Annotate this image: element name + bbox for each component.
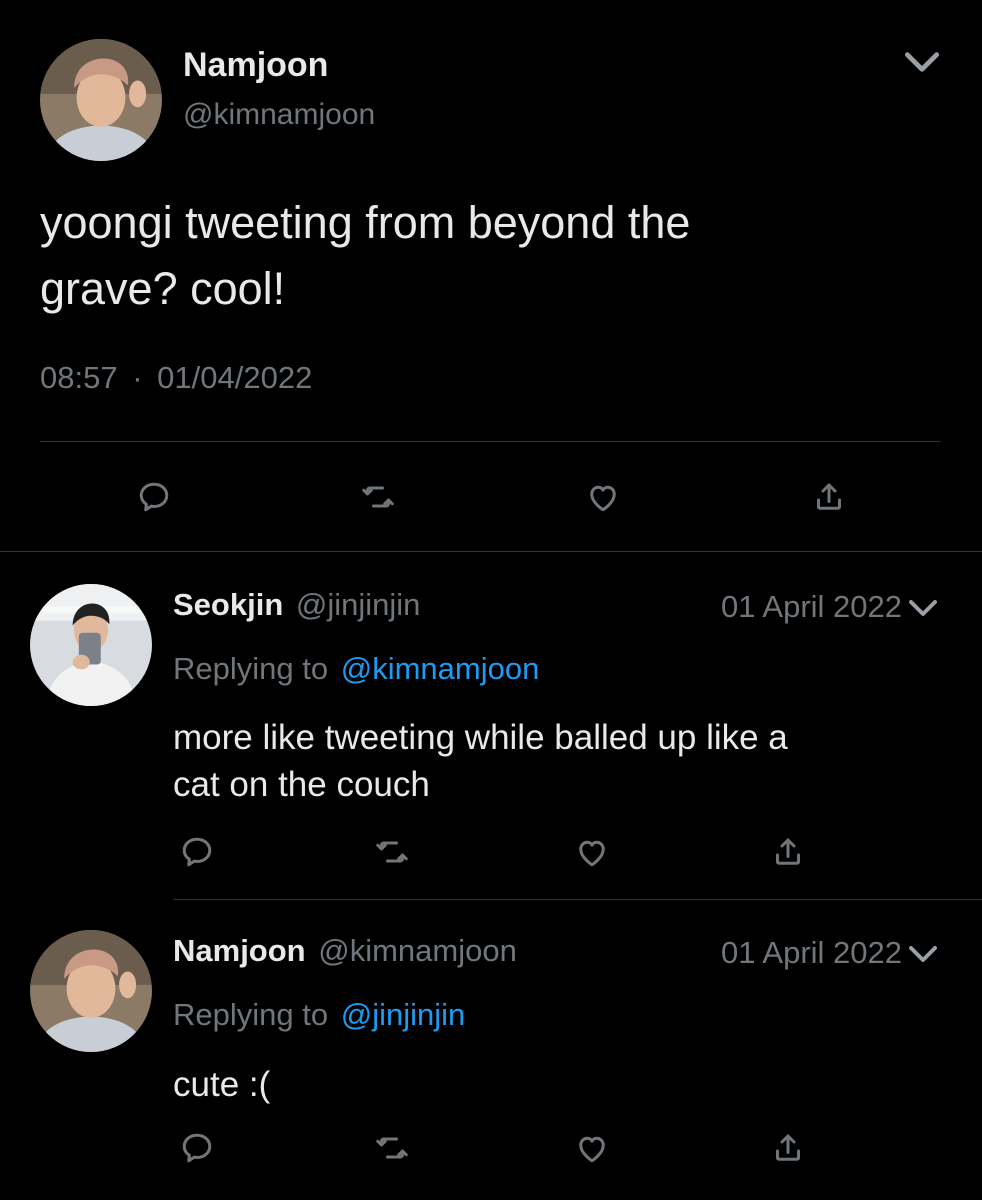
share-icon[interactable]: [766, 830, 810, 874]
reply-icon[interactable]: [175, 1126, 219, 1170]
avatar[interactable]: [40, 39, 162, 161]
like-icon[interactable]: [570, 1126, 614, 1170]
author-name[interactable]: Seokjin: [173, 587, 283, 622]
reply-text: more like tweeting while balled up like …: [173, 714, 788, 808]
avatar-photo: [40, 39, 162, 161]
like-icon[interactable]: [581, 475, 625, 519]
reply-header: Seokjin @jinjinjin: [173, 587, 420, 623]
share-icon[interactable]: [807, 475, 851, 519]
avatar[interactable]: [30, 930, 152, 1052]
divider: [0, 551, 982, 552]
chevron-down-icon[interactable]: [900, 40, 944, 84]
reply-text-line: cute :(: [173, 1065, 271, 1104]
retweet-icon[interactable]: [370, 830, 414, 874]
author-handle[interactable]: @kimnamjoon: [183, 98, 375, 132]
like-icon[interactable]: [570, 830, 614, 874]
replying-to: Replying to @kimnamjoon: [173, 651, 539, 687]
reply-icon[interactable]: [175, 830, 219, 874]
retweet-icon[interactable]: [356, 475, 400, 519]
tweet-timestamp: 08:57 · 01/04/2022: [40, 360, 312, 396]
chevron-down-icon[interactable]: [905, 936, 941, 972]
reply-icon[interactable]: [132, 475, 176, 519]
author-name[interactable]: Namjoon: [173, 933, 306, 968]
avatar-photo: [30, 584, 152, 706]
author-name[interactable]: Namjoon: [183, 46, 328, 85]
author-handle[interactable]: @jinjinjin: [296, 587, 421, 622]
reply-text-line: more like tweeting while balled up like …: [173, 718, 788, 757]
reply-date: 01 April 2022: [721, 589, 902, 624]
reply-date: 01 April 2022: [721, 935, 902, 970]
timestamp-separator: ·: [132, 360, 143, 395]
avatar-photo: [30, 930, 152, 1052]
replying-to: Replying to @jinjinjin: [173, 997, 465, 1033]
tweet-text-line: grave? cool!: [40, 263, 286, 314]
avatar[interactable]: [30, 584, 152, 706]
reply-text: cute :(: [173, 1061, 270, 1108]
tweet-time: 08:57: [40, 360, 118, 395]
chevron-down-icon[interactable]: [905, 590, 941, 626]
tweet-text: yoongi tweeting from beyond the grave? c…: [40, 190, 690, 322]
retweet-icon[interactable]: [370, 1126, 414, 1170]
reply-header: Namjoon @kimnamjoon: [173, 933, 517, 969]
replying-to-handle[interactable]: @jinjinjin: [341, 997, 466, 1032]
author-handle[interactable]: @kimnamjoon: [318, 933, 517, 968]
divider: [40, 441, 941, 442]
divider: [173, 899, 982, 900]
replying-to-handle[interactable]: @kimnamjoon: [341, 651, 540, 686]
reply-text-line: cat on the couch: [173, 765, 430, 804]
replying-to-label: Replying to: [173, 997, 329, 1032]
replying-to-label: Replying to: [173, 651, 329, 686]
tweet-date: 01/04/2022: [157, 360, 313, 395]
share-icon[interactable]: [766, 1126, 810, 1170]
tweet-text-line: yoongi tweeting from beyond the: [40, 197, 691, 248]
